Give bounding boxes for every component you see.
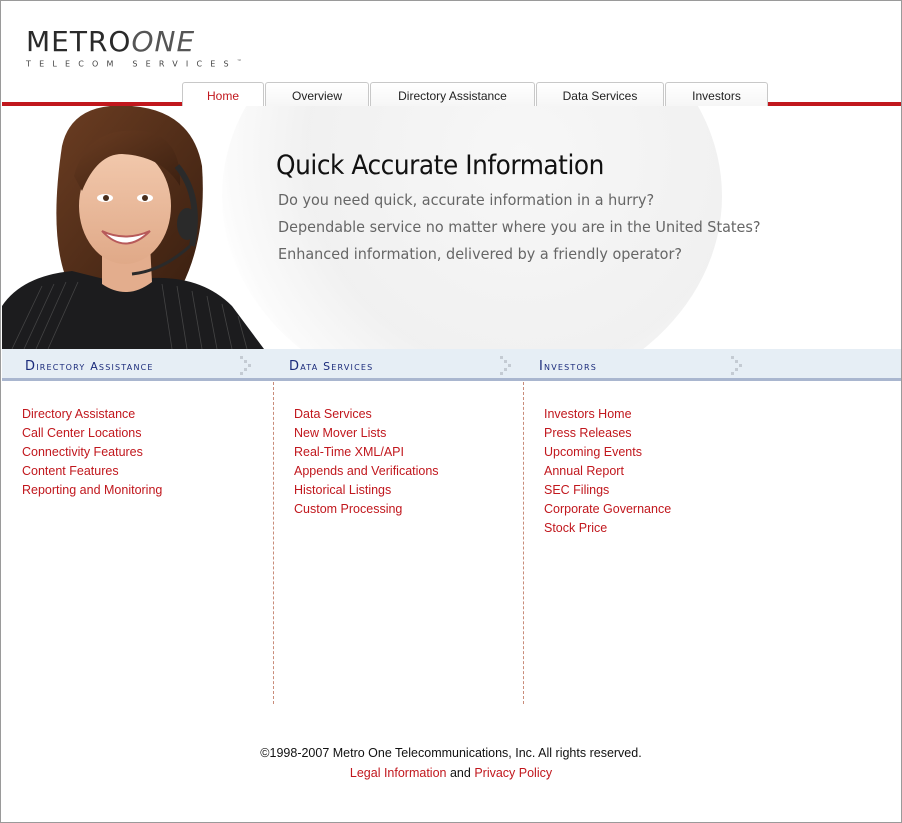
link-data-services[interactable]: Data Services	[294, 405, 439, 424]
chevron-right-icon	[500, 356, 511, 375]
directory-assistance-links: Directory Assistance Call Center Locatio…	[22, 405, 162, 500]
page-frame: METROONE TELECOM SERVICES™ Home Overview…	[0, 0, 902, 823]
hero-title: Quick Accurate Information	[276, 150, 604, 181]
tab-directory-assistance[interactable]: Directory Assistance	[370, 82, 535, 107]
hero-banner: Quick Accurate Information Do you need q…	[2, 106, 901, 349]
section-title-data-services[interactable]: Data Services	[289, 359, 373, 374]
link-historical-listings[interactable]: Historical Listings	[294, 481, 439, 500]
hero-line-1: Do you need quick, accurate information …	[278, 191, 655, 209]
logo-one-text: ONE	[131, 25, 196, 58]
footer-and-text: and	[449, 766, 471, 780]
link-corporate-governance[interactable]: Corporate Governance	[544, 500, 671, 519]
link-appends-and-verifications[interactable]: Appends and Verifications	[294, 462, 439, 481]
link-press-releases[interactable]: Press Releases	[544, 424, 671, 443]
link-upcoming-events[interactable]: Upcoming Events	[544, 443, 671, 462]
hero-line-2: Dependable service no matter where you a…	[278, 218, 761, 236]
trademark-symbol: ™	[236, 59, 242, 65]
section-title-directory-assistance[interactable]: Directory Assistance	[25, 359, 154, 374]
link-investors-home[interactable]: Investors Home	[544, 405, 671, 424]
investors-links: Investors Home Press Releases Upcoming E…	[544, 405, 671, 538]
tab-data-services[interactable]: Data Services	[536, 82, 664, 107]
link-reporting-and-monitoring[interactable]: Reporting and Monitoring	[22, 481, 162, 500]
link-directory-assistance[interactable]: Directory Assistance	[22, 405, 162, 424]
chevron-right-icon	[240, 356, 251, 375]
logo-tagline-text: TELECOM SERVICES	[26, 59, 237, 69]
link-sec-filings[interactable]: SEC Filings	[544, 481, 671, 500]
metro-one-logo[interactable]: METROONE TELECOM SERVICES™	[26, 27, 242, 69]
copyright-text: ©1998-2007 Metro One Telecommunications,…	[260, 746, 642, 760]
link-new-mover-lists[interactable]: New Mover Lists	[294, 424, 439, 443]
logo-wordmark: METROONE	[26, 27, 242, 57]
link-custom-processing[interactable]: Custom Processing	[294, 500, 439, 519]
link-connectivity-features[interactable]: Connectivity Features	[22, 443, 162, 462]
tab-overview[interactable]: Overview	[265, 82, 369, 107]
link-stock-price[interactable]: Stock Price	[544, 519, 671, 538]
legal-information-link[interactable]: Legal Information	[350, 766, 447, 780]
operator-photo	[2, 106, 264, 349]
chevron-right-icon	[731, 356, 742, 375]
main-nav-tabs: Home Overview Directory Assistance Data …	[182, 82, 769, 107]
logo-metro-text: METRO	[26, 25, 132, 58]
link-call-center-locations[interactable]: Call Center Locations	[22, 424, 162, 443]
link-content-features[interactable]: Content Features	[22, 462, 162, 481]
link-real-time-xml-api[interactable]: Real-Time XML/API	[294, 443, 439, 462]
tab-investors[interactable]: Investors	[665, 82, 768, 107]
privacy-policy-link[interactable]: Privacy Policy	[474, 766, 552, 780]
column-divider	[523, 382, 524, 704]
footer-links: Legal Information and Privacy Policy	[1, 764, 901, 783]
tab-home[interactable]: Home	[182, 82, 264, 107]
section-title-investors[interactable]: Investors	[539, 359, 597, 374]
section-header-bar: Directory Assistance Data Services Inves…	[2, 349, 901, 381]
link-annual-report[interactable]: Annual Report	[544, 462, 671, 481]
logo-tagline: TELECOM SERVICES™	[26, 59, 242, 69]
hero-line-3: Enhanced information, delivered by a fri…	[278, 245, 683, 263]
data-services-links: Data Services New Mover Lists Real-Time …	[294, 405, 439, 519]
footer: ©1998-2007 Metro One Telecommunications,…	[1, 745, 901, 783]
column-divider	[273, 382, 274, 704]
